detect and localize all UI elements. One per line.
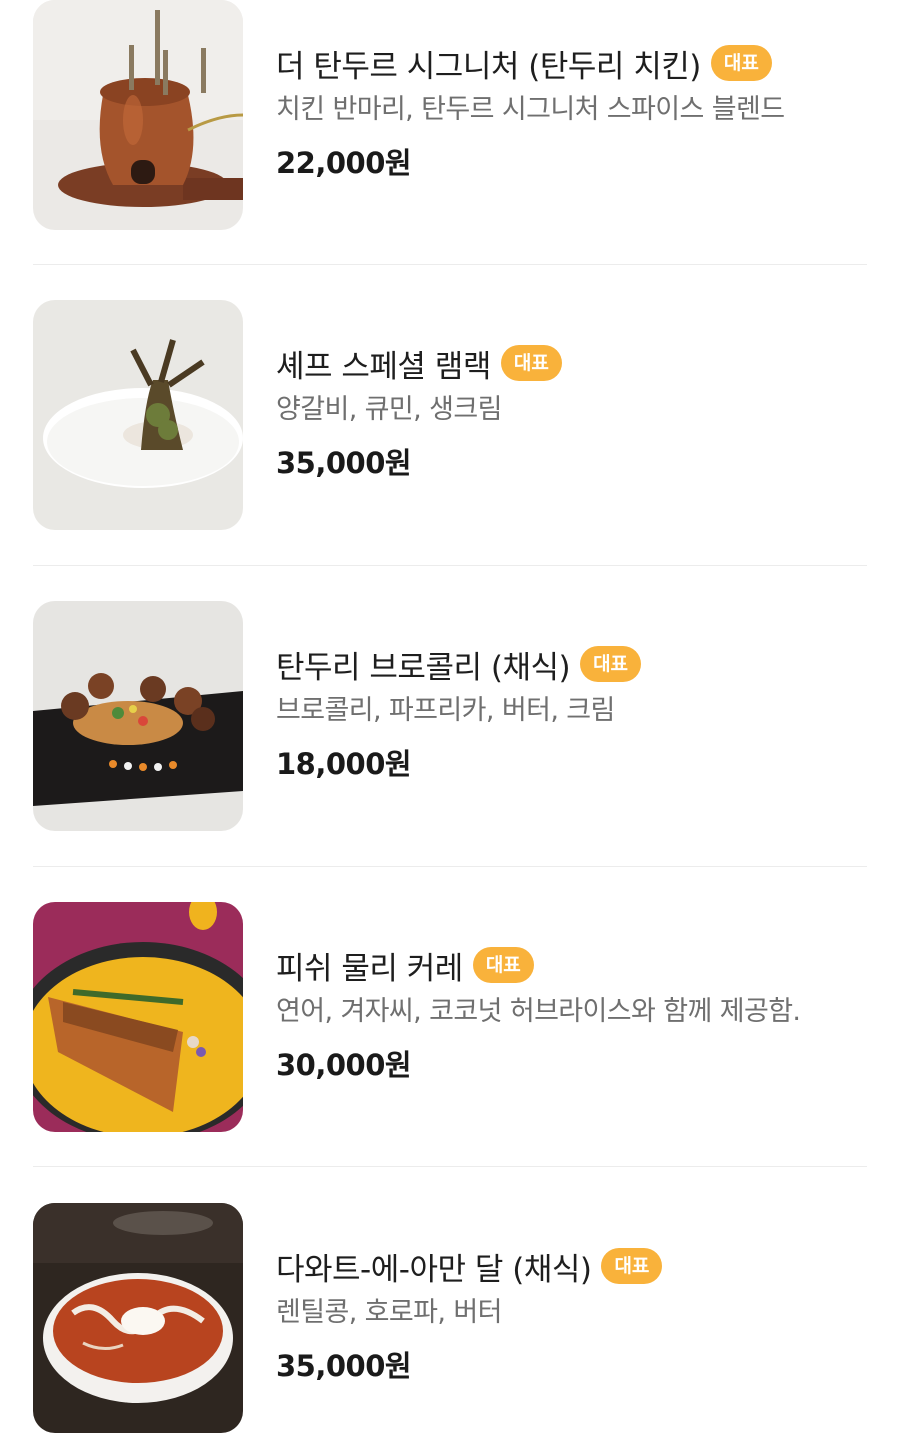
divider [33,1166,867,1167]
signature-badge: 대표 [710,45,772,81]
divider [33,264,867,265]
menu-item-price: 35,000원 [276,446,412,480]
menu-item-price: 18,000원 [276,747,412,781]
menu-item[interactable]: 더 탄두르 시그니처 (탄두리 치킨) 대표 치킨 반마리, 탄두르 시그니처 … [33,0,867,232]
title-row: 피쉬 물리 커레 대표 [276,942,866,988]
copper-tandoor-photo [33,0,243,230]
dal-soup-photo [33,1203,243,1433]
menu-item[interactable]: 탄두리 브로콜리 (채식) 대표 브로콜리, 파프리카, 버터, 크림 18,0… [33,601,867,833]
menu-item-description: 치킨 반마리, 탄두르 시그니처 스파이스 블렌드 [276,94,785,125]
menu-item-description: 양갈비, 큐민, 생크림 [276,394,502,425]
menu-item-title: 피쉬 물리 커레 [276,950,463,987]
menu-item-title: 더 탄두르 시그니처 (탄두리 치킨) [276,48,701,85]
menu-item-price: 30,000원 [276,1048,412,1082]
menu-item-info: 탄두리 브로콜리 (채식) 대표 브로콜리, 파프리카, 버터, 크림 18,0… [276,641,866,783]
menu-item-info: 피쉬 물리 커레 대표 연어, 겨자씨, 코코넛 허브라이스와 함께 제공함. … [276,942,866,1084]
menu-item-info: 셰프 스페셜 램랙 대표 양갈비, 큐민, 생크림 35,000원 [276,340,866,482]
menu-item[interactable]: 다와트-에-아만 달 (채식) 대표 렌틸콩, 호로파, 버터 35,000원 [33,1203,867,1435]
menu-item-description: 브로콜리, 파프리카, 버터, 크림 [276,695,615,726]
menu-item-title: 다와트-에-아만 달 (채식) [276,1251,592,1288]
title-row: 다와트-에-아만 달 (채식) 대표 [276,1243,866,1289]
signature-badge: 대표 [580,646,642,682]
title-row: 셰프 스페셜 램랙 대표 [276,340,866,386]
signature-badge: 대표 [500,345,562,381]
signature-badge: 대표 [601,1248,663,1284]
divider [33,565,867,566]
menu-item-info: 다와트-에-아만 달 (채식) 대표 렌틸콩, 호로파, 버터 35,000원 [276,1243,866,1385]
divider [33,866,867,867]
menu-item-info: 더 탄두르 시그니처 (탄두리 치킨) 대표 치킨 반마리, 탄두르 시그니처 … [276,40,866,182]
menu-item-title: 탄두리 브로콜리 (채식) [276,649,571,686]
menu-item[interactable]: 셰프 스페셜 램랙 대표 양갈비, 큐민, 생크림 35,000원 [33,300,867,532]
fish-curry-photo [33,902,243,1132]
menu-item-description: 연어, 겨자씨, 코코넛 허브라이스와 함께 제공함. [276,996,801,1027]
lamb-rack-photo [33,300,243,530]
title-row: 더 탄두르 시그니처 (탄두리 치킨) 대표 [276,40,866,86]
title-row: 탄두리 브로콜리 (채식) 대표 [276,641,866,687]
menu-item-description: 렌틸콩, 호로파, 버터 [276,1297,502,1328]
menu-item-price: 22,000원 [276,146,412,180]
signature-badge: 대표 [472,947,534,983]
menu-item-title: 셰프 스페셜 램랙 [276,348,491,385]
menu-item-price: 35,000원 [276,1349,412,1383]
tandoori-broccoli-photo [33,601,243,831]
menu-item[interactable]: 피쉬 물리 커레 대표 연어, 겨자씨, 코코넛 허브라이스와 함께 제공함. … [33,902,867,1134]
